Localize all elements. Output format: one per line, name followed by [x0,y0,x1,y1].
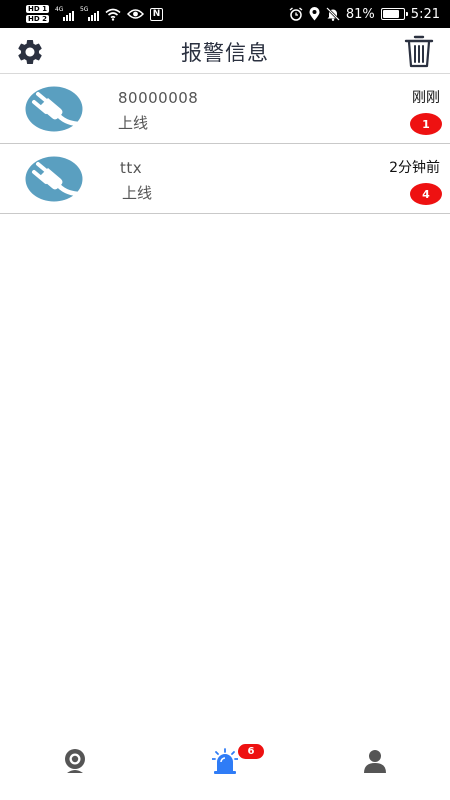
tab-alarms[interactable]: 6 [150,735,300,787]
battery-icon [380,8,408,20]
status-bar-right: 81% 5:21 [289,7,440,22]
device-name: ttx [120,159,143,177]
status-bar-left: HD 1 HD 2 4G 5G N [26,4,163,24]
signal-1-label: 4G [54,6,64,13]
camera-icon [65,749,85,773]
signal-bar [87,17,90,21]
signal-bar [90,15,93,21]
signal-1-icon: 4G [55,7,74,21]
tab-profile[interactable] [300,735,450,787]
battery-fill [382,10,399,18]
hd-1-badge: HD 1 [26,5,49,13]
eye-icon [126,9,144,19]
alarm-count-badge: 6 [238,744,264,759]
signal-bar [65,15,68,21]
wifi-icon [105,8,121,21]
list-item[interactable]: 80000008 上线 刚刚 1 [0,74,450,144]
alarm-clock-icon [289,7,303,21]
signal-2-label: 5G [79,6,89,13]
clock-time: 5:21 [410,6,440,22]
nfc-icon: N [149,7,163,21]
device-name: 80000008 [118,89,199,107]
trash-icon [404,35,434,68]
bottom-nav: 6 [0,735,450,787]
status-bar: HD 1 HD 2 4G 5G N 81% 5:21 [0,0,450,28]
tab-camera[interactable] [0,735,150,787]
unread-count-badge: 4 [410,183,442,205]
signal-bar [68,13,71,21]
alarm-time: 2分钟前 [389,160,440,176]
page-title: 报警信息 [181,41,269,65]
signal-bar [71,11,74,21]
user-icon [364,750,386,773]
power-plug-icon [25,86,83,132]
signal-bar [62,17,65,21]
device-status: 上线 [122,184,153,202]
bell-muted-icon [325,7,340,21]
alarm-siren-icon [212,748,238,774]
hd-indicators: HD 1 HD 2 [26,4,49,24]
signal-bar [93,13,96,21]
alarm-list: 80000008 上线 刚刚 1 ttx 上线 2分钟前 4 [0,74,450,214]
unread-count-badge: 1 [410,113,442,135]
signal-2-icon: 5G [80,7,99,21]
location-icon [309,7,320,21]
device-status: 上线 [118,114,149,132]
alarm-time: 刚刚 [412,90,440,106]
battery-percent: 81% [345,6,375,22]
screen: HD 1 HD 2 4G 5G N 81% 5:21 报警信息 80000008… [0,0,450,800]
hd-2-badge: HD 2 [26,15,49,23]
app-header: 报警信息 [0,28,450,74]
power-plug-icon [25,156,83,202]
delete-all-button[interactable] [402,33,436,69]
signal-bar [96,11,99,21]
list-item[interactable]: ttx 上线 2分钟前 4 [0,144,450,214]
